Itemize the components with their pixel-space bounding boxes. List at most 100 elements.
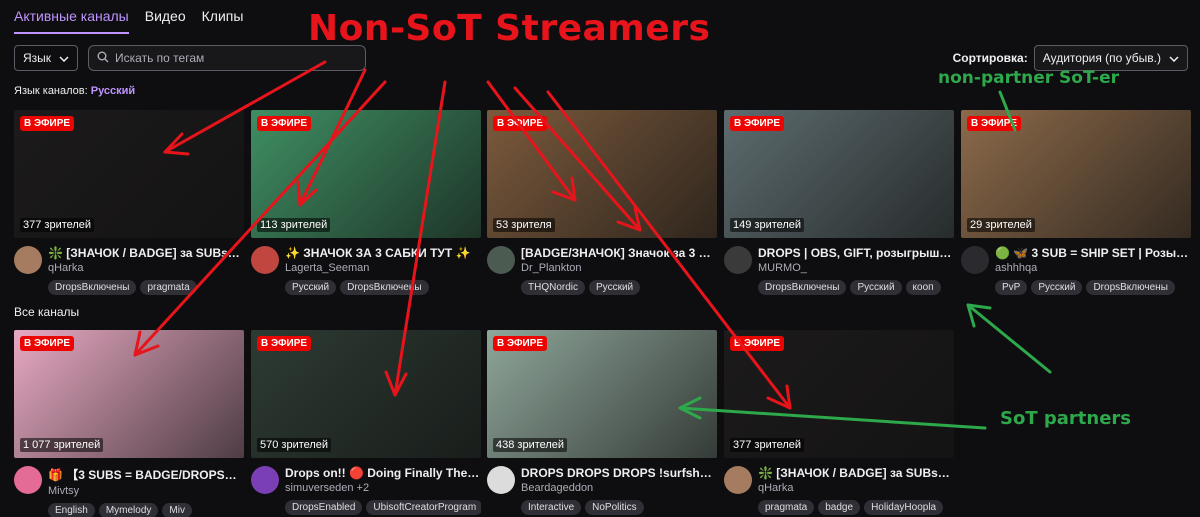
stream-title[interactable]: ❇️ [ЗНАЧОК / BADGE] за SUBscriptio... (758, 466, 954, 480)
channel-name-text: simuverseden (285, 482, 354, 494)
tag-chip[interactable]: pragmata (140, 280, 197, 295)
tag-chip[interactable]: DropsВключены (1086, 280, 1175, 295)
stream-title[interactable]: 🎁 【3 SUBS = BADGE/DROPS】 🌸 C... (48, 466, 244, 483)
stream-title[interactable]: Drops on!! 🔴 Doing Finally The End of... (285, 466, 481, 480)
channel-info: ✨ ЗНАЧОК ЗА 3 САБКИ ТУТ ✨ Lagerta_Seeman Р… (251, 246, 481, 295)
stream-thumbnail[interactable]: В ЭФИРЕ 149 зрителей (724, 110, 954, 238)
tag-chip[interactable]: HolidayHoopla (864, 500, 944, 515)
channel-info: ❇️ [ЗНАЧОК / BADGE] за SUBscriptio... qHa… (14, 246, 244, 295)
channel-meta: DROPS | OBS, GIFT, розыгрыш пропу... MURM… (758, 246, 954, 295)
channel-name[interactable]: MURMO_ (758, 262, 954, 274)
tag-search-input[interactable] (115, 51, 356, 65)
channel-name[interactable]: Lagerta_Seeman (285, 262, 481, 274)
tag-chip[interactable]: PvP (995, 280, 1028, 295)
stream-title[interactable]: ❇️ [ЗНАЧОК / BADGE] за SUBscriptio... (48, 246, 244, 260)
channel-name[interactable]: qHarka (758, 482, 954, 494)
avatar[interactable] (961, 246, 989, 274)
tag-chip[interactable]: English (48, 503, 95, 517)
avatar[interactable] (724, 246, 752, 274)
tag-chip[interactable]: DropsВключены (48, 280, 137, 295)
tag-list: pragmata badge HolidayHoopla (758, 500, 954, 515)
stream-thumbnail[interactable]: В ЭФИРЕ 1 077 зрителей (14, 330, 244, 458)
tag-chip[interactable]: badge (818, 500, 861, 515)
channel-meta: ❇️ [ЗНАЧОК / BADGE] за SUBscriptio... qHa… (758, 466, 954, 515)
stream-card[interactable]: В ЭФИРЕ 438 зрителей DROPS DROPS DROPS !su… (487, 330, 717, 515)
stream-card[interactable]: В ЭФИРЕ 53 зрителя [BADGE/ЗНАЧОК] Значок з… (487, 110, 717, 295)
headline-annotation: Non-SoT Streamers (308, 8, 711, 49)
sort-value: Аудитория (по убыв.) (1042, 51, 1161, 65)
channel-name[interactable]: Beardageddon (521, 482, 717, 494)
sort-dropdown[interactable]: Аудитория (по убыв.) (1033, 45, 1188, 71)
channel-name-text: qHarka (758, 482, 794, 494)
stream-title[interactable]: DROPS | OBS, GIFT, розыгрыш пропу... (758, 246, 954, 260)
tag-chip[interactable]: Русский (1031, 280, 1083, 295)
avatar[interactable] (14, 246, 42, 274)
channel-name-text: ashhhqa (995, 262, 1038, 274)
live-badge: В ЭФИРЕ (20, 116, 75, 131)
tag-chip[interactable]: UbisoftCreatorProgram (366, 500, 481, 515)
avatar[interactable] (487, 466, 515, 494)
channel-name-text: Beardageddon (521, 482, 594, 494)
tag-chip[interactable]: Русский (285, 280, 337, 295)
channel-name[interactable]: Dr_Plankton (521, 262, 717, 274)
stream-title[interactable]: [BADGE/ЗНАЧОК] Значок за 3 ПОД... (521, 246, 717, 260)
tag-list: DropsВключены pragmata (48, 280, 244, 295)
language-dropdown[interactable]: Язык (14, 45, 79, 71)
tab-clips[interactable]: Клипы (202, 8, 244, 34)
stream-title[interactable]: ✨ ЗНАЧОК ЗА 3 САБКИ ТУТ ✨ (285, 246, 481, 260)
tag-chip[interactable]: DropsВключены (758, 280, 847, 295)
avatar[interactable] (251, 466, 279, 494)
stream-card[interactable]: В ЭФИРЕ 377 зрителей ❇️ [ЗНАЧОК / BADGE] з… (724, 330, 954, 515)
tag-chip[interactable]: Mymelody (98, 503, 159, 517)
tag-chip[interactable]: DropsEnabled (285, 500, 363, 515)
channel-name-text: Lagerta_Seeman (285, 262, 370, 274)
avatar[interactable] (724, 466, 752, 494)
tag-chip[interactable]: NoPolitics (585, 500, 644, 515)
stream-thumbnail[interactable]: В ЭФИРЕ 377 зрителей (14, 110, 244, 238)
stream-thumbnail[interactable]: В ЭФИРЕ 377 зрителей (724, 330, 954, 458)
partners-annotation: SoT partners (1000, 408, 1132, 429)
chevron-down-icon (1169, 51, 1179, 65)
avatar[interactable] (251, 246, 279, 274)
live-badge: В ЭФИРЕ (730, 336, 785, 351)
tag-list: Русский DropsВключены (285, 280, 481, 295)
tab-active-channels[interactable]: Активные каналы (14, 8, 129, 34)
tag-chip[interactable]: pragmata (758, 500, 815, 515)
tag-list: DropsEnabled UbisoftCreatorProgram (285, 500, 481, 515)
stream-thumbnail[interactable]: В ЭФИРЕ 29 зрителей (961, 110, 1191, 238)
stream-thumbnail[interactable]: В ЭФИРЕ 53 зрителя (487, 110, 717, 238)
stream-card[interactable]: В ЭФИРЕ 149 зрителей DROPS | OBS, GIFT, ро… (724, 110, 954, 295)
avatar[interactable] (14, 466, 42, 494)
channel-name[interactable]: qHarka (48, 262, 244, 274)
channel-name[interactable]: ashhhqa (995, 262, 1191, 274)
stream-card[interactable]: В ЭФИРЕ 1 077 зрителей 🎁 【3 SUBS = BADGE/D… (14, 330, 244, 517)
channel-language-value[interactable]: Русский (91, 85, 135, 97)
tag-chip[interactable]: Miv (162, 503, 192, 517)
stream-card[interactable]: В ЭФИРЕ 29 зрителей 🟢 🦋 3 SUB = SHIP SET |… (961, 110, 1191, 295)
stream-thumbnail[interactable]: В ЭФИРЕ 113 зрителей (251, 110, 481, 238)
stream-thumbnail[interactable]: В ЭФИРЕ 438 зрителей (487, 330, 717, 458)
stream-thumbnail[interactable]: В ЭФИРЕ 570 зрителей (251, 330, 481, 458)
stream-title[interactable]: 🟢 🦋 3 SUB = SHIP SET | Розыгрыш... (995, 246, 1191, 260)
extra-channels[interactable]: +2 (357, 482, 370, 494)
viewer-count: 113 зрителей (257, 218, 331, 232)
tab-videos[interactable]: Видео (145, 8, 186, 34)
channel-name[interactable]: Mivtsy (48, 485, 244, 497)
tag-chip[interactable]: кооп (905, 280, 941, 295)
stream-card[interactable]: В ЭФИРЕ 113 зрителей ✨ ЗНАЧОК ЗА 3 САБКИ Т… (251, 110, 481, 295)
tag-chip[interactable]: THQNordic (521, 280, 586, 295)
tag-chip[interactable]: Русский (850, 280, 902, 295)
channel-name[interactable]: simuverseden +2 (285, 482, 481, 494)
tag-search[interactable] (88, 45, 367, 71)
viewer-count: 149 зрителей (730, 218, 805, 232)
sort-label: Сортировка: (952, 51, 1028, 65)
stream-card[interactable]: В ЭФИРЕ 570 зрителей Drops on!! 🔴 Doing Fi… (251, 330, 481, 515)
tag-chip[interactable]: DropsВключены (340, 280, 429, 295)
stream-card[interactable]: В ЭФИРЕ 377 зрителей ❇️ [ЗНАЧОК / BADGE] з… (14, 110, 244, 295)
viewer-count: 377 зрителей (730, 438, 805, 452)
avatar[interactable] (487, 246, 515, 274)
channel-name-text: Mivtsy (48, 485, 80, 497)
stream-title[interactable]: DROPS DROPS DROPS !surfshark !24... (521, 466, 717, 480)
tag-chip[interactable]: Русский (589, 280, 641, 295)
tag-chip[interactable]: Interactive (521, 500, 582, 515)
